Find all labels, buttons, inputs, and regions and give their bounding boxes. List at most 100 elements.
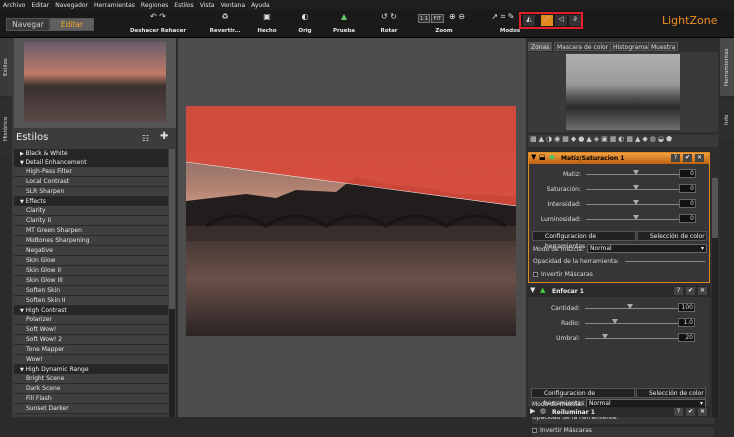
remove-tool-icon[interactable]: ✕ xyxy=(698,287,707,295)
tab-preview-3[interactable]: Muestra xyxy=(648,42,679,51)
crop-tools-icon[interactable]: ➚ ⌗ ✎ xyxy=(486,12,520,22)
region-polygon-icon[interactable]: ⟋ xyxy=(541,15,553,26)
tools-scrollbar[interactable] xyxy=(712,178,718,417)
expand-icon[interactable]: ▶ xyxy=(530,407,535,415)
slider-value-input[interactable]: 20 xyxy=(678,333,695,342)
style-category[interactable]: ▼ Detail Enhancement xyxy=(14,158,168,167)
tab-herramientas[interactable]: Herramientas xyxy=(720,38,734,96)
style-item[interactable]: Skin Glow III xyxy=(14,276,168,286)
slider-value-input[interactable]: 1.0 xyxy=(678,318,695,327)
slider-track[interactable] xyxy=(585,323,685,324)
style-item[interactable]: Midtones Sharpening xyxy=(14,236,168,246)
style-category[interactable]: ▼ High Dynamic Range xyxy=(14,365,168,374)
slider-value-input[interactable]: 0 xyxy=(679,199,696,208)
enable-check-icon[interactable]: ✔ xyxy=(683,154,692,162)
style-item[interactable]: Soften Skin xyxy=(14,286,168,296)
help-icon[interactable]: ? xyxy=(674,287,683,295)
save-icon[interactable]: ▣ xyxy=(260,12,274,21)
style-item[interactable]: High-Pass Filter xyxy=(14,167,168,177)
slider-value-input[interactable]: 0 xyxy=(679,169,696,178)
menu-editar[interactable]: Editar xyxy=(28,2,52,9)
style-category[interactable]: ▼ High Contrast xyxy=(14,306,168,315)
style-item[interactable]: Clarity II xyxy=(14,216,168,226)
revert-icon[interactable]: ♻ xyxy=(218,12,232,21)
style-item[interactable]: Local Contrast xyxy=(14,177,168,187)
style-item[interactable]: Soft Wow! 2 xyxy=(14,335,168,345)
menu-archivo[interactable]: Archivo xyxy=(0,2,28,9)
menu-herramientas[interactable]: Herramientas xyxy=(91,2,138,9)
style-item[interactable]: Skin Glow II xyxy=(14,266,168,276)
style-category[interactable]: ▶ Black & White xyxy=(14,149,168,158)
zoom-fit-button[interactable]: FIT xyxy=(431,14,444,23)
style-item[interactable]: Soft Wow! xyxy=(14,325,168,335)
zoom-1-1-button[interactable]: 1:1 xyxy=(418,14,430,23)
menu-vista[interactable]: Vista xyxy=(197,2,218,9)
collapse-icon[interactable]: ▼ xyxy=(531,153,536,161)
slider-knob[interactable] xyxy=(633,185,639,190)
rotate-icon[interactable]: ↺ ↻ xyxy=(378,12,400,21)
menu-navegador[interactable]: Navegador xyxy=(52,2,91,9)
collapse-icon[interactable]: ▼ xyxy=(530,286,535,294)
zoom-in-out-icon[interactable]: ⊕ ⊖ xyxy=(445,12,469,21)
image-canvas[interactable] xyxy=(178,38,526,417)
slider-knob[interactable] xyxy=(633,215,639,220)
tab-tool-config[interactable]: Configuracion de herramientas xyxy=(531,388,635,407)
slider-track[interactable] xyxy=(585,308,685,309)
style-item[interactable]: Polarizer xyxy=(14,315,168,325)
style-item[interactable]: Bright Scene xyxy=(14,374,168,384)
style-item[interactable]: SLR Sharpen xyxy=(14,187,168,197)
style-category[interactable]: ▼ Effects xyxy=(14,197,168,206)
tab-color-selection[interactable]: Selección de color xyxy=(636,388,706,398)
enable-check-icon[interactable]: ✔ xyxy=(686,287,695,295)
remove-tool-icon[interactable]: ✕ xyxy=(698,408,707,416)
tool-icons-row[interactable]: ▩▲◑◉▦◆●▲◈▣▦◐▦▲◆◍◒⬟ xyxy=(528,135,718,147)
style-item[interactable]: Negative xyxy=(14,246,168,256)
slider-track[interactable] xyxy=(585,338,685,339)
style-item[interactable]: Sunset Darker xyxy=(14,404,168,414)
menu-estilos[interactable]: Estilos xyxy=(171,2,196,9)
slider-knob[interactable] xyxy=(633,200,639,205)
region-shape-icon[interactable]: ◭ xyxy=(523,15,535,26)
remove-tool-icon[interactable]: ✕ xyxy=(695,154,704,162)
invert-masks-checkbox-2[interactable]: Invertir Máscaras xyxy=(532,427,714,437)
style-item[interactable]: Tone Mapper xyxy=(14,345,168,355)
styles-scroll-thumb[interactable] xyxy=(169,149,175,309)
slider-value-input[interactable]: 100 xyxy=(678,303,695,312)
slider-knob[interactable] xyxy=(627,304,633,309)
slider-value-input[interactable]: 0 xyxy=(679,184,696,193)
menu-ayuda[interactable]: Ayuda xyxy=(248,2,273,9)
slider-knob[interactable] xyxy=(633,170,639,175)
blend-mode-select[interactable]: Normal ▾ xyxy=(587,244,707,253)
invert-masks-checkbox[interactable]: Invertir Máscaras xyxy=(533,271,593,278)
undo-redo-icon[interactable]: ↶ ↷ xyxy=(143,12,173,21)
tab-estilos[interactable]: Estilos xyxy=(0,38,12,96)
tab-preview-1[interactable]: Mascara de color xyxy=(554,42,612,51)
tab-preview-0[interactable]: Zonas xyxy=(528,42,553,51)
slider-knob[interactable] xyxy=(612,319,618,324)
slider-value-input[interactable]: 0 xyxy=(679,214,696,223)
style-item[interactable]: Wow! xyxy=(14,355,168,365)
style-item[interactable]: MT Green Sharpen xyxy=(14,226,168,236)
tab-tool-config[interactable]: Configuracion de herramientas xyxy=(532,231,636,250)
styles-scrollbar[interactable] xyxy=(169,149,175,417)
mode-navegar-button[interactable]: Navegar xyxy=(6,18,50,31)
tab-color-selection[interactable]: Selección de color xyxy=(637,231,707,241)
opacity-slider[interactable] xyxy=(625,261,705,262)
mask-icon[interactable]: ⬓ xyxy=(539,153,546,161)
tab-historico[interactable]: Histórico xyxy=(0,100,12,158)
add-style-icon[interactable]: ✚ xyxy=(160,131,168,142)
tab-preview-2[interactable]: Histograma xyxy=(610,42,651,51)
style-item[interactable]: Soften Skin II xyxy=(14,296,168,306)
help-icon[interactable]: ? xyxy=(674,408,683,416)
edited-photo[interactable] xyxy=(186,106,516,336)
region-freehand-icon[interactable]: ∂ xyxy=(569,15,581,26)
style-item[interactable]: Clarity xyxy=(14,206,168,216)
tools-scroll-thumb[interactable] xyxy=(712,178,718,238)
menu-regiones[interactable]: Regiones xyxy=(138,2,171,9)
help-icon[interactable]: ? xyxy=(671,154,680,162)
region-spline-icon[interactable]: ◁ xyxy=(555,15,567,26)
mode-editar-button[interactable]: Editar xyxy=(50,18,94,31)
styles-list-icon[interactable]: ☷ xyxy=(142,134,149,143)
tab-info[interactable]: Info xyxy=(720,100,734,140)
orig-icon[interactable]: ◐ xyxy=(298,12,312,21)
